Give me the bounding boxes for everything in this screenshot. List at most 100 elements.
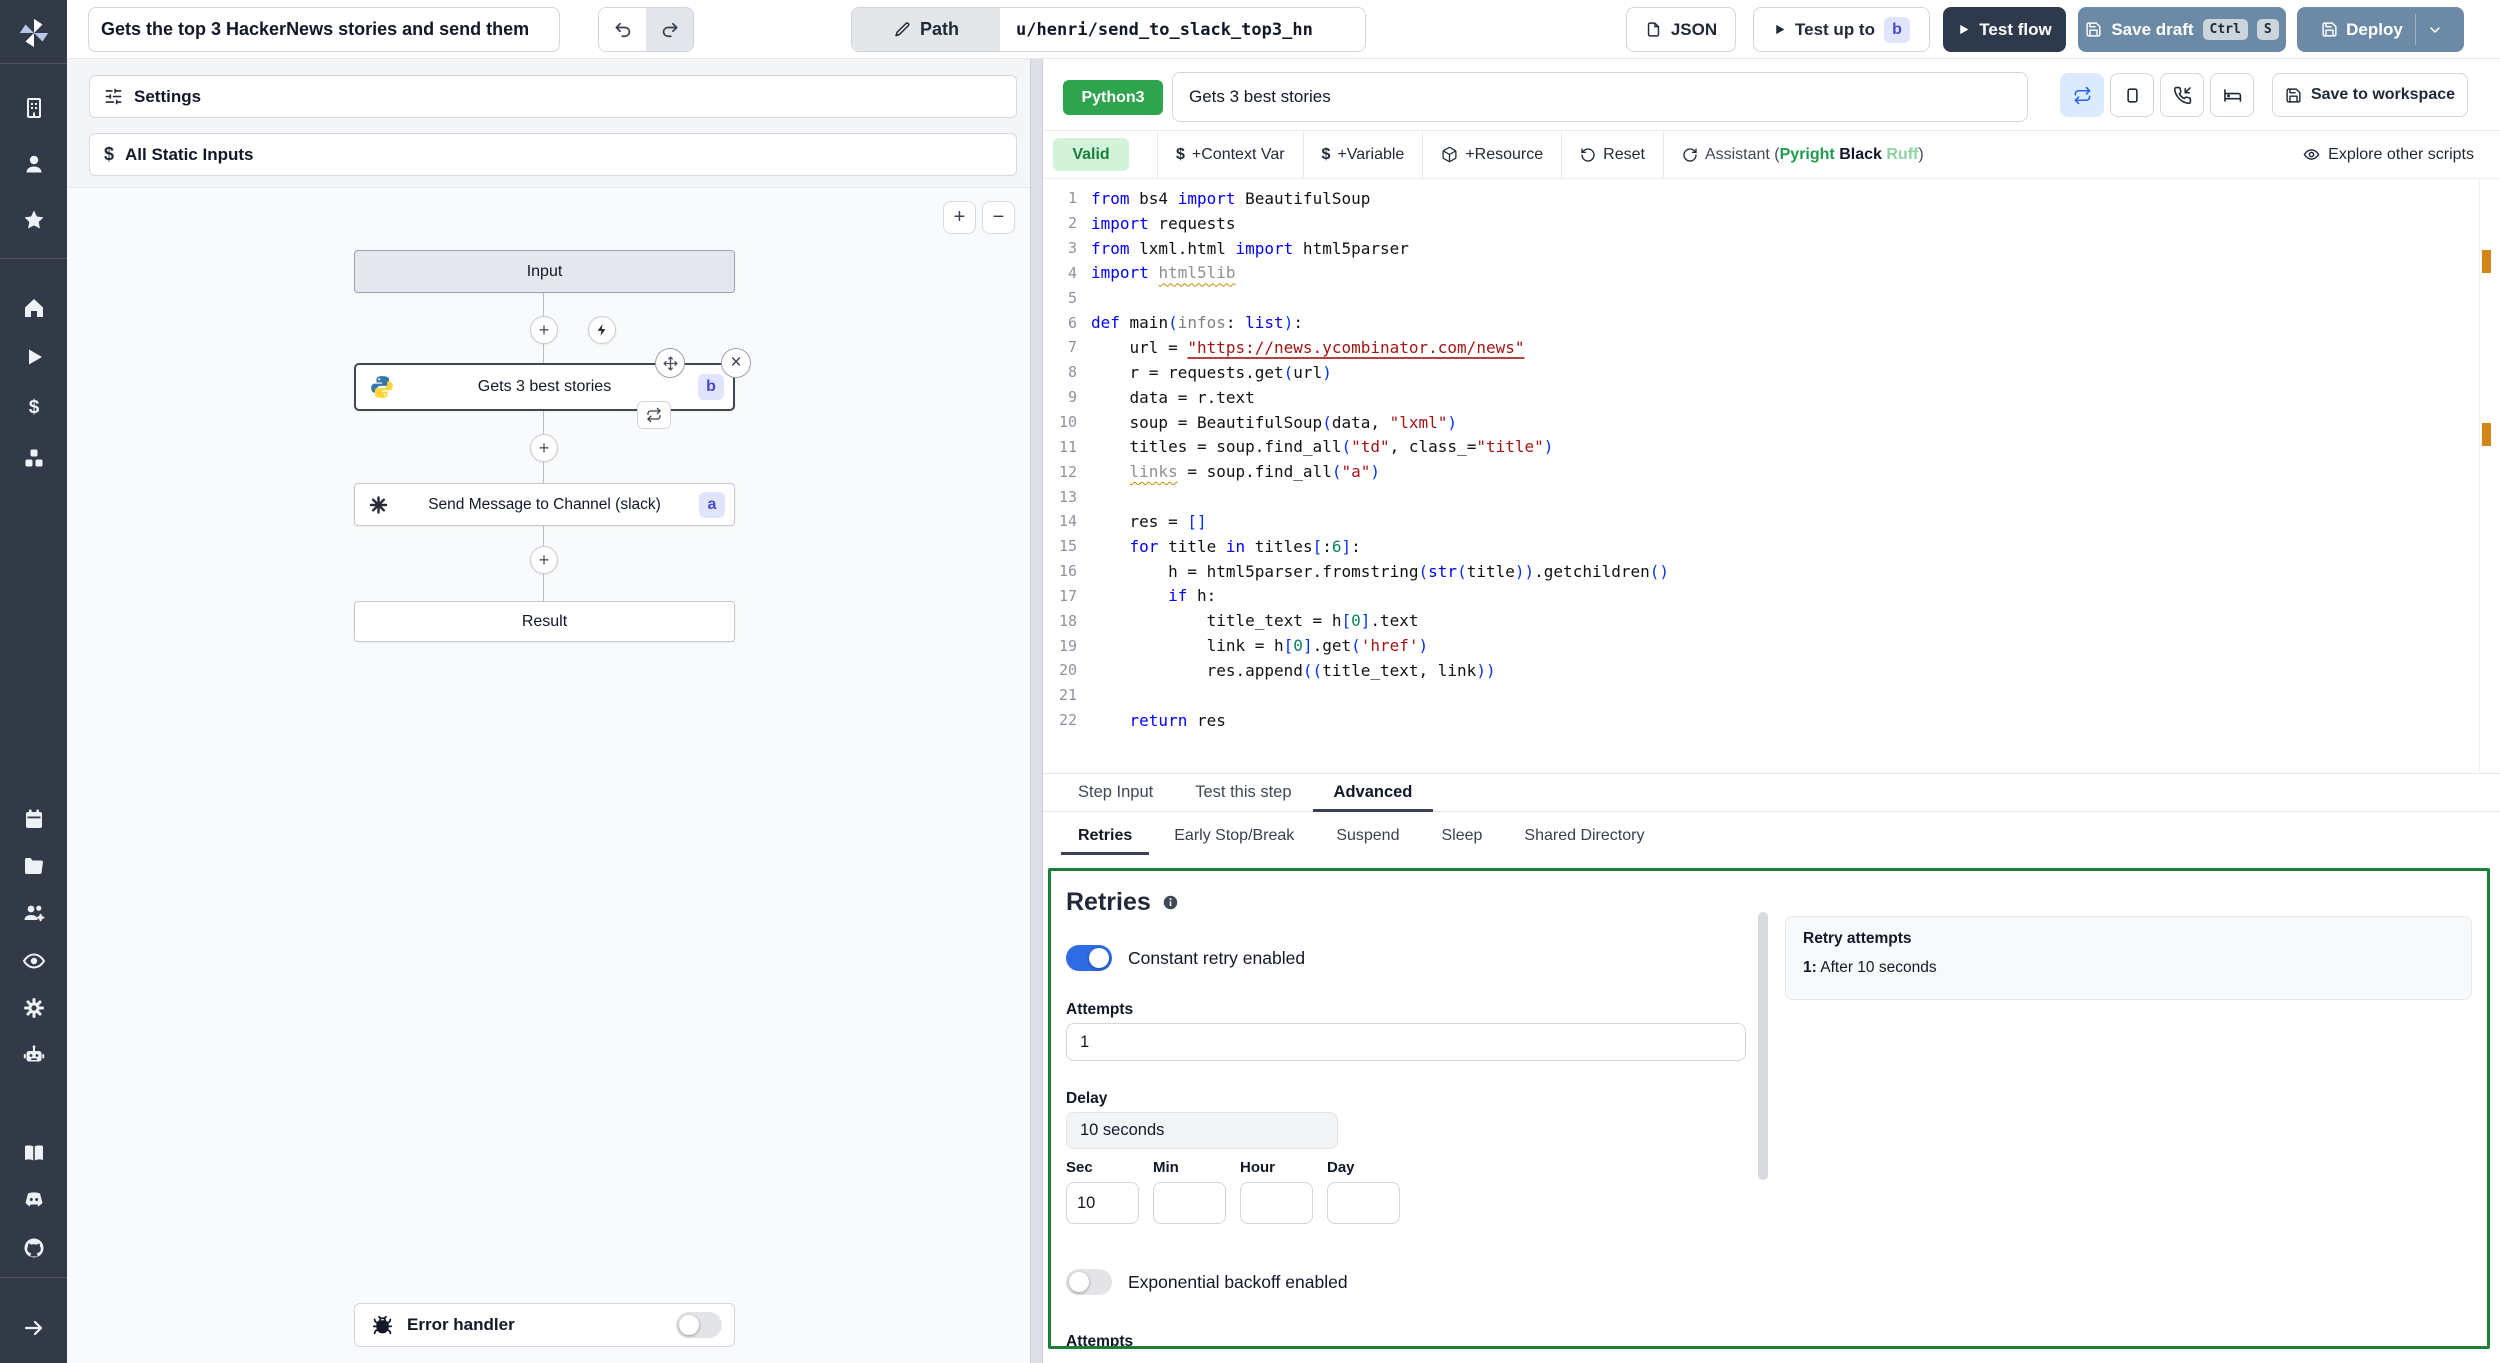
path-edit-button[interactable]: Path — [852, 8, 1000, 51]
add-resource-button[interactable]: +Resource — [1441, 146, 1543, 164]
code-line[interactable]: 15 for title in titles[:6]: — [1043, 534, 2500, 559]
code-line[interactable]: 10 soup = BeautifulSoup(data, "lxml") — [1043, 410, 2500, 435]
flow-node-input[interactable]: Input — [354, 250, 735, 293]
deploy-dropdown-button[interactable] — [2416, 22, 2454, 38]
json-button[interactable]: JSON — [1626, 7, 1736, 52]
insert-step-button[interactable]: + — [530, 316, 558, 344]
code-line[interactable]: 21 — [1043, 683, 2500, 708]
delete-node-button[interactable]: × — [721, 348, 751, 378]
tab-advanced[interactable]: Advanced — [1312, 774, 1434, 812]
code-editor[interactable]: 1 from bs4 import BeautifulSoup 2 import re… — [1043, 179, 2500, 773]
building-icon[interactable] — [0, 96, 67, 120]
star-icon[interactable] — [0, 208, 67, 232]
code-line[interactable]: 19 link = h[0].get('href') — [1043, 633, 2500, 658]
code-line[interactable]: 1 from bs4 import BeautifulSoup — [1043, 186, 2500, 211]
expand-arrow-right-icon[interactable] — [0, 1316, 67, 1340]
exponential-backoff-toggle[interactable] — [1066, 1269, 1112, 1295]
groups-users-icon[interactable] — [0, 901, 67, 925]
code-line[interactable]: 9 data = r.text — [1043, 385, 2500, 410]
audit-eye-icon[interactable] — [0, 949, 67, 973]
code-line[interactable]: 18 title_text = h[0].text — [1043, 608, 2500, 633]
trigger-bolt-button[interactable] — [588, 316, 616, 344]
insert-step-button[interactable]: + — [530, 546, 558, 574]
deploy-button[interactable]: Deploy — [2297, 7, 2464, 52]
code-line[interactable]: 22 return res — [1043, 708, 2500, 733]
save-draft-button[interactable]: Save draft Ctrl S — [2078, 7, 2286, 52]
node-loop-button[interactable] — [637, 401, 671, 429]
kbd-ctrl: Ctrl — [2202, 19, 2248, 40]
path-value[interactable]: u/henri/send_to_slack_top3_hn — [1000, 8, 1365, 51]
docs-book-icon[interactable] — [0, 1141, 67, 1165]
code-line[interactable]: 8 r = requests.get(url) — [1043, 360, 2500, 385]
subtab-sleep[interactable]: Sleep — [1420, 812, 1503, 859]
phone-incoming-button[interactable] — [2160, 73, 2204, 117]
unit-input-hour[interactable] — [1240, 1182, 1313, 1224]
code-line[interactable]: 11 titles = soup.find_all("td", class_="… — [1043, 434, 2500, 459]
panel-scrollbar[interactable] — [1758, 912, 1768, 1180]
resources-boxes-icon[interactable] — [0, 446, 67, 470]
loop-step-button[interactable] — [2060, 73, 2104, 117]
folders-icon[interactable] — [0, 854, 67, 878]
insert-step-button[interactable]: + — [530, 434, 558, 462]
unit-input-sec[interactable] — [1066, 1182, 1139, 1224]
move-node-button[interactable] — [655, 348, 685, 378]
runs-play-icon[interactable] — [0, 345, 67, 369]
variables-dollar-icon[interactable]: $ — [0, 395, 67, 419]
code-line[interactable]: 4 import html5lib — [1043, 261, 2500, 286]
code-line[interactable]: 17 if h: — [1043, 584, 2500, 609]
step-name-input[interactable] — [1172, 72, 2028, 122]
code-line[interactable]: 12 links = soup.find_all("a") — [1043, 459, 2500, 484]
code-line[interactable]: 14 res = [] — [1043, 509, 2500, 534]
redo-button[interactable] — [646, 8, 693, 51]
unit-input-min[interactable] — [1153, 1182, 1226, 1224]
mobile-frame-button[interactable] — [2110, 73, 2154, 117]
reset-button[interactable]: Reset — [1580, 146, 1645, 164]
code-line[interactable]: 5 — [1043, 285, 2500, 310]
code-line[interactable]: 13 — [1043, 484, 2500, 509]
add-variable-button[interactable]: $ +Variable — [1322, 146, 1405, 164]
sleep-bed-button[interactable] — [2210, 73, 2254, 117]
error-handler-node[interactable]: Error handler — [354, 1303, 735, 1347]
tab-test-this-step[interactable]: Test this step — [1174, 774, 1312, 811]
user-icon[interactable] — [0, 152, 67, 176]
undo-button[interactable] — [599, 8, 646, 51]
subtab-shared-directory[interactable]: Shared Directory — [1503, 812, 1665, 859]
code-line[interactable]: 7 url = "https://news.ycombinator.com/ne… — [1043, 335, 2500, 360]
code-line[interactable]: 16 h = html5parser.fromstring(str(title)… — [1043, 559, 2500, 584]
discord-icon[interactable] — [0, 1188, 67, 1212]
canvas-zoom-out-button[interactable]: − — [982, 201, 1015, 234]
error-handler-toggle[interactable] — [676, 1312, 722, 1338]
save-to-workspace-button[interactable]: Save to workspace — [2272, 73, 2468, 117]
panel-resize-divider[interactable] — [1030, 59, 1043, 1363]
code-line[interactable]: 6 def main(infos: list): — [1043, 310, 2500, 335]
workers-robot-icon[interactable] — [0, 1043, 67, 1067]
github-icon[interactable] — [0, 1236, 67, 1260]
flow-settings-button[interactable]: Settings — [89, 75, 1017, 118]
test-up-to-button[interactable]: Test up to b — [1753, 7, 1930, 52]
unit-input-day[interactable] — [1327, 1182, 1400, 1224]
home-icon[interactable] — [0, 296, 67, 320]
rotate-ccw-icon — [1581, 147, 1595, 162]
assistant-button[interactable]: Assistant (Pyright Black Ruff) — [1682, 146, 1924, 164]
windmill-logo-icon[interactable] — [0, 11, 67, 55]
code-line[interactable]: 3 from lxml.html import html5parser — [1043, 236, 2500, 261]
line-number: 11 — [1058, 437, 1077, 456]
code-line[interactable]: 2 import requests — [1043, 211, 2500, 236]
settings-gear-icon[interactable] — [0, 996, 67, 1020]
tab-step-input[interactable]: Step Input — [1057, 774, 1174, 811]
subtab-suspend[interactable]: Suspend — [1315, 812, 1420, 859]
add-context-var-button[interactable]: $ +Context Var — [1176, 146, 1285, 164]
code-line[interactable]: 20 res.append((title_text, link)) — [1043, 658, 2500, 683]
schedules-calendar-icon[interactable] — [0, 807, 67, 831]
flow-title-input[interactable] — [88, 7, 560, 52]
subtab-retries[interactable]: Retries — [1057, 812, 1153, 859]
attempts-input[interactable] — [1066, 1023, 1746, 1061]
subtab-early-stop-break[interactable]: Early Stop/Break — [1153, 812, 1315, 859]
canvas-zoom-in-button[interactable]: + — [943, 201, 976, 234]
flow-node-result[interactable]: Result — [354, 601, 735, 642]
constant-retry-toggle[interactable] — [1066, 945, 1112, 971]
test-flow-button[interactable]: Test flow — [1943, 7, 2066, 52]
all-static-inputs-button[interactable]: $ All Static Inputs — [89, 133, 1017, 176]
explore-other-scripts-button[interactable]: Explore other scripts — [2303, 146, 2474, 164]
flow-node-step-a[interactable]: Send Message to Channel (slack) a — [354, 483, 735, 526]
